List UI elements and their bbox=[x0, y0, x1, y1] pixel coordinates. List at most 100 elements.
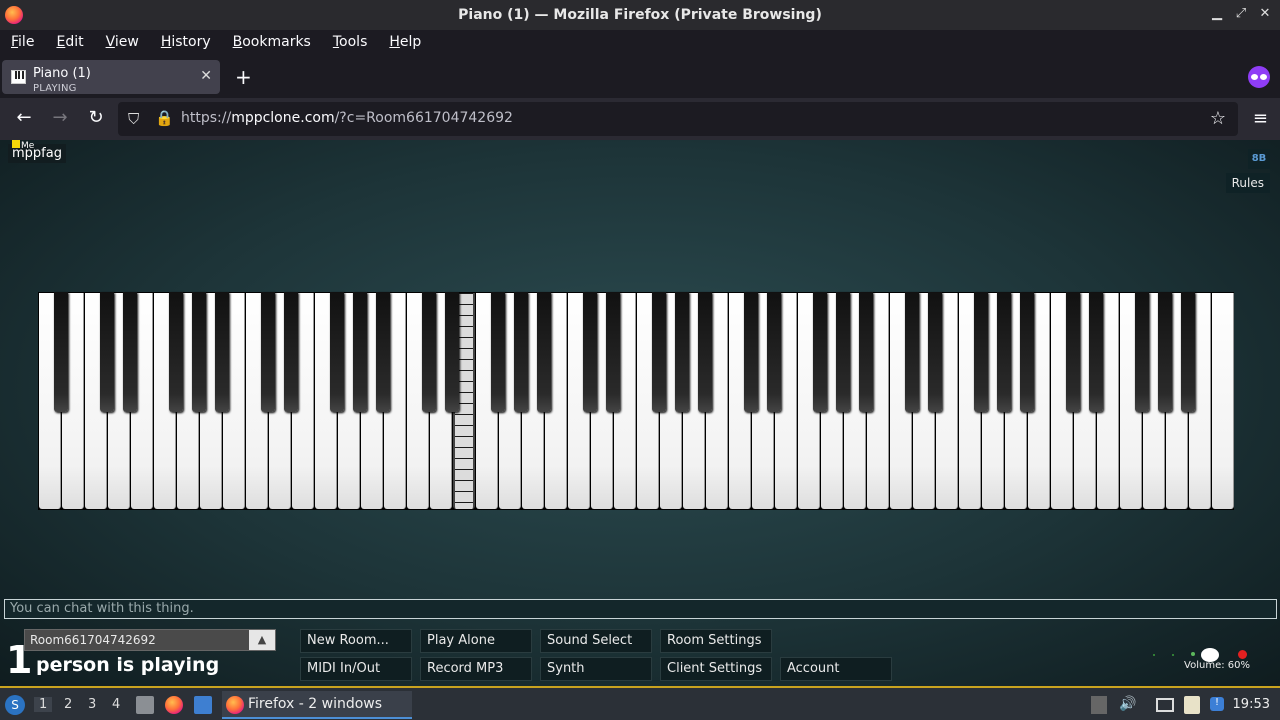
url-text[interactable]: https://mppclone.com/?c=Room661704742692 bbox=[181, 110, 513, 126]
black-key[interactable] bbox=[1157, 292, 1173, 412]
menu-edit[interactable]: Edit bbox=[56, 34, 83, 50]
tab-strip: Piano (1) PLAYING ✕ + bbox=[0, 56, 1280, 98]
black-key[interactable] bbox=[490, 292, 506, 412]
black-key[interactable] bbox=[421, 292, 437, 412]
play-alone-button[interactable]: Play Alone bbox=[420, 629, 532, 653]
update-notification-icon[interactable]: ! bbox=[1210, 697, 1224, 711]
new-room-button[interactable]: New Room... bbox=[300, 629, 412, 653]
black-key[interactable] bbox=[1088, 292, 1104, 412]
tab-playing-label: PLAYING bbox=[33, 83, 77, 94]
forward-button[interactable]: → bbox=[48, 107, 72, 128]
menu-file[interactable]: File bbox=[11, 34, 34, 50]
room-dropdown-arrow-icon[interactable]: ▲ bbox=[249, 630, 275, 650]
black-key[interactable] bbox=[513, 292, 529, 412]
app-menu-icon[interactable]: ≡ bbox=[1253, 108, 1268, 129]
menu-tools[interactable]: Tools bbox=[333, 34, 368, 50]
black-key[interactable] bbox=[260, 292, 276, 412]
black-key[interactable] bbox=[674, 292, 690, 412]
black-key[interactable] bbox=[582, 292, 598, 412]
start-menu-icon[interactable]: S bbox=[5, 695, 25, 715]
black-key[interactable] bbox=[812, 292, 828, 412]
black-key[interactable] bbox=[99, 292, 115, 412]
tab-title: Piano (1) bbox=[33, 66, 91, 81]
black-key[interactable] bbox=[1134, 292, 1150, 412]
taskbar-app-label: Firefox - 2 windows bbox=[248, 696, 383, 712]
menu-history[interactable]: History bbox=[161, 34, 211, 50]
clipboard-icon[interactable] bbox=[1184, 696, 1200, 714]
display-icon[interactable] bbox=[1156, 698, 1174, 712]
taskbar: S 1 2 3 4 Firefox - 2 windows 🔊 ! 19:53 bbox=[0, 686, 1280, 720]
midi-button[interactable]: MIDI In/Out bbox=[300, 657, 412, 681]
menu-view[interactable]: View bbox=[106, 34, 139, 50]
restore-button[interactable]: ⤢ bbox=[1234, 6, 1248, 21]
black-key[interactable] bbox=[835, 292, 851, 412]
nav-bar: ← → ↻ ⛉ 🔒 https://mppclone.com/?c=Room66… bbox=[0, 98, 1280, 140]
room-selector[interactable]: Room661704742692 ▲ bbox=[24, 629, 276, 651]
tray-arrow-icon[interactable] bbox=[1091, 696, 1107, 714]
close-window-button[interactable]: ✕ bbox=[1258, 6, 1272, 21]
chat-input[interactable]: You can chat with this thing. bbox=[4, 599, 1277, 619]
account-button[interactable]: Account bbox=[780, 657, 892, 681]
black-key[interactable] bbox=[352, 292, 368, 412]
black-key[interactable] bbox=[1180, 292, 1196, 412]
volume-tray-icon[interactable]: 🔊 bbox=[1119, 696, 1137, 714]
volume-label: Volume: 60% bbox=[1184, 660, 1250, 671]
black-key[interactable] bbox=[858, 292, 874, 412]
rules-button[interactable]: Rules bbox=[1225, 173, 1270, 193]
clock: 19:53 bbox=[1232, 697, 1270, 712]
black-key[interactable] bbox=[122, 292, 138, 412]
volume-knob[interactable] bbox=[1201, 648, 1219, 662]
black-key[interactable] bbox=[927, 292, 943, 412]
black-key[interactable] bbox=[283, 292, 299, 412]
client-settings-button[interactable]: Client Settings bbox=[660, 657, 772, 681]
black-key[interactable] bbox=[168, 292, 184, 412]
black-key[interactable] bbox=[766, 292, 782, 412]
black-key[interactable] bbox=[214, 292, 230, 412]
workspace-3[interactable]: 3 bbox=[88, 697, 96, 712]
black-key[interactable] bbox=[651, 292, 667, 412]
white-key[interactable] bbox=[1212, 293, 1234, 509]
black-key[interactable] bbox=[536, 292, 552, 412]
black-key[interactable] bbox=[329, 292, 345, 412]
workspace-1[interactable]: 1 bbox=[34, 697, 53, 712]
lock-icon[interactable]: 🔒 bbox=[155, 109, 174, 127]
player-count-text: person is playing bbox=[36, 654, 220, 676]
black-key[interactable] bbox=[1065, 292, 1081, 412]
file-manager-icon[interactable] bbox=[136, 696, 154, 714]
black-key[interactable] bbox=[973, 292, 989, 412]
piano-keyboard[interactable] bbox=[38, 292, 1234, 510]
reload-button[interactable]: ↻ bbox=[84, 107, 108, 128]
black-key[interactable] bbox=[904, 292, 920, 412]
tab-close-icon[interactable]: ✕ bbox=[200, 68, 212, 84]
workspace-4[interactable]: 4 bbox=[112, 697, 120, 712]
black-key[interactable] bbox=[191, 292, 207, 412]
black-key[interactable] bbox=[743, 292, 759, 412]
minimize-button[interactable]: ▁ bbox=[1210, 6, 1224, 21]
record-mp3-button[interactable]: Record MP3 bbox=[420, 657, 532, 681]
menu-bookmarks[interactable]: Bookmarks bbox=[233, 34, 311, 50]
black-key[interactable] bbox=[375, 292, 391, 412]
back-button[interactable]: ← bbox=[12, 107, 36, 128]
black-key[interactable] bbox=[53, 292, 69, 412]
menu-help[interactable]: Help bbox=[389, 34, 421, 50]
bookmark-star-icon[interactable]: ☆ bbox=[1210, 108, 1226, 129]
tab-piano[interactable]: Piano (1) PLAYING ✕ bbox=[2, 60, 220, 94]
synth-button[interactable]: Synth bbox=[540, 657, 652, 681]
workspace-2[interactable]: 2 bbox=[64, 697, 72, 712]
room-settings-button[interactable]: Room Settings bbox=[660, 629, 772, 653]
black-key[interactable] bbox=[605, 292, 621, 412]
black-key[interactable] bbox=[697, 292, 713, 412]
rules-icon[interactable]: 8B bbox=[1248, 149, 1270, 169]
shield-icon[interactable]: ⛉ bbox=[128, 110, 139, 128]
new-tab-button[interactable]: + bbox=[235, 65, 252, 89]
player-count: 1 bbox=[6, 638, 33, 682]
taskbar-firefox-app[interactable]: Firefox - 2 windows bbox=[222, 691, 412, 719]
sound-select-button[interactable]: Sound Select bbox=[540, 629, 652, 653]
black-key[interactable] bbox=[996, 292, 1012, 412]
black-key[interactable] bbox=[444, 292, 460, 412]
firefox-launcher-icon[interactable] bbox=[165, 696, 183, 714]
status-dot bbox=[1191, 652, 1195, 656]
black-key[interactable] bbox=[1019, 292, 1035, 412]
url-bar[interactable]: ⛉ 🔒 https://mppclone.com/?c=Room66170474… bbox=[118, 102, 1238, 136]
desktop-icon[interactable] bbox=[194, 696, 212, 714]
